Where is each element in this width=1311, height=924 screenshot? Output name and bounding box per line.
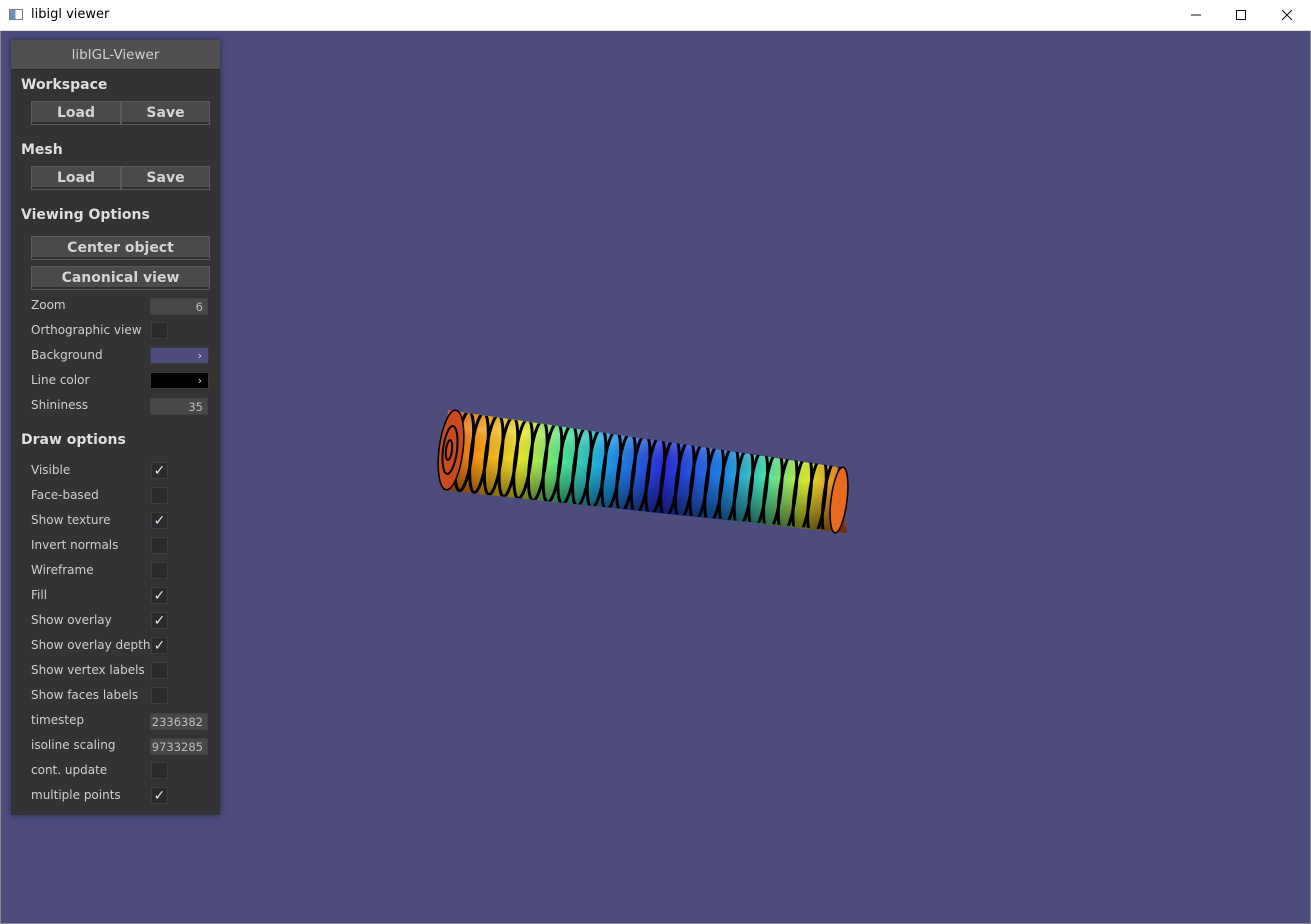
mesh-load-button[interactable]: Load: [31, 166, 121, 190]
draw-option-checkbox[interactable]: ✓: [151, 462, 168, 479]
isoline-scaling-field[interactable]: 9733285: [150, 738, 208, 755]
cont-update-label: cont. update: [31, 763, 108, 777]
minimize-icon: [1191, 14, 1201, 16]
draw-option-checkbox[interactable]: [151, 662, 168, 679]
shininess-label: Shininess: [31, 398, 88, 412]
window-title: libigl viewer: [31, 7, 110, 22]
workspace-load-button[interactable]: Load: [31, 101, 121, 125]
draw-option-checkbox[interactable]: [151, 687, 168, 704]
chevron-right-icon: ›: [197, 349, 202, 362]
window-titlebar: libigl viewer: [0, 0, 1311, 31]
chevron-right-icon: ›: [197, 374, 202, 387]
maximize-icon: [1236, 10, 1246, 20]
draw-option-label: Show vertex labels: [31, 663, 145, 677]
draw-option-checkbox[interactable]: ✓: [151, 587, 168, 604]
draw-option-checkbox[interactable]: [151, 562, 168, 579]
background-label: Background: [31, 348, 103, 362]
draw-options-heading[interactable]: Draw options: [21, 432, 126, 448]
workspace-save-button[interactable]: Save: [121, 101, 210, 125]
line-color-label: Line color: [31, 373, 90, 387]
timestep-label: timestep: [31, 713, 85, 727]
mesh-heading[interactable]: Mesh: [21, 142, 63, 158]
checkmark-icon: ✓: [153, 462, 166, 479]
minimize-button[interactable]: [1173, 0, 1219, 30]
center-object-button[interactable]: Center object: [31, 236, 210, 260]
maximize-button[interactable]: [1218, 0, 1264, 30]
draw-option-label: Show faces labels: [31, 688, 139, 702]
draw-option-checkbox[interactable]: ✓: [151, 612, 168, 629]
close-button[interactable]: [1264, 0, 1310, 30]
draw-option-label: Visible: [31, 463, 71, 477]
draw-option-label: Show overlay depth: [31, 638, 151, 652]
draw-option-label: Show texture: [31, 513, 111, 527]
canonical-view-button[interactable]: Canonical view: [31, 266, 210, 290]
isoline-scaling-label: isoline scaling: [31, 738, 116, 752]
background-color-picker[interactable]: ›: [150, 347, 209, 364]
panel-title[interactable]: libIGL-Viewer: [11, 40, 220, 70]
draw-option-checkbox[interactable]: [151, 537, 168, 554]
draw-option-checkbox[interactable]: [151, 487, 168, 504]
line-color-picker[interactable]: ›: [150, 372, 209, 389]
viewing-options-heading[interactable]: Viewing Options: [21, 207, 150, 223]
orthographic-checkbox[interactable]: [151, 322, 168, 339]
draw-option-label: Wireframe: [31, 563, 94, 577]
checkmark-icon: ✓: [153, 637, 166, 654]
draw-option-checkbox[interactable]: ✓: [151, 637, 168, 654]
shininess-field[interactable]: 35: [150, 398, 208, 415]
timestep-field[interactable]: 2336382: [150, 713, 208, 730]
cont-update-checkbox[interactable]: [151, 762, 168, 779]
orthographic-label: Orthographic view: [31, 323, 142, 337]
multiple-points-label: multiple points: [31, 788, 121, 802]
workspace-heading[interactable]: Workspace: [21, 77, 107, 93]
multiple-points-checkbox[interactable]: ✓: [151, 787, 168, 804]
checkmark-icon: ✓: [153, 787, 166, 804]
zoom-label: Zoom: [31, 298, 66, 312]
draw-option-label: Invert normals: [31, 538, 119, 552]
draw-option-label: Fill: [31, 588, 48, 602]
draw-option-checkbox[interactable]: ✓: [151, 512, 168, 529]
checkmark-icon: ✓: [153, 587, 166, 604]
app-icon: [9, 9, 23, 20]
checkmark-icon: ✓: [153, 612, 166, 629]
viewer-menu-panel[interactable]: libIGL-Viewer Workspace Load Save Mesh L…: [11, 40, 220, 815]
close-icon: [1281, 9, 1293, 21]
zoom-field[interactable]: 6: [150, 298, 208, 315]
draw-option-label: Face-based: [31, 488, 99, 502]
draw-option-label: Show overlay: [31, 613, 112, 627]
mesh-save-button[interactable]: Save: [121, 166, 210, 190]
checkmark-icon: ✓: [153, 512, 166, 529]
